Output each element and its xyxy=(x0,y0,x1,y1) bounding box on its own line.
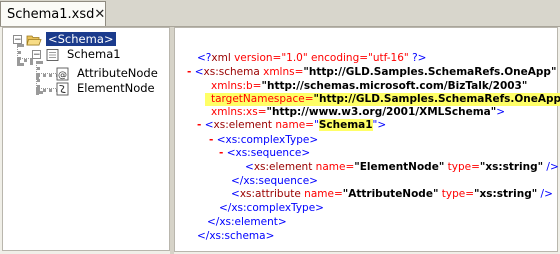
inner-element-line: <xs:element name="ElementNode" type="xs:… xyxy=(245,161,559,173)
complex-type-open-line: - <xs:complexType> xyxy=(209,134,319,146)
complex-type-close-line: </xs:complexType> xyxy=(219,202,324,214)
collapse-toggle[interactable]: - xyxy=(197,119,201,131)
xmlns-b-line: xmlns:b="http://schemas.microsoft.com/Bi… xyxy=(211,80,528,92)
folder-open-icon xyxy=(26,32,42,46)
tree-node-schema-root[interactable]: − <Schema> xyxy=(13,31,116,47)
schema-tree-pane: − <Schema> − Schema1 @ AttributeNode Ele… xyxy=(2,27,170,251)
tree-node-attribute[interactable]: @ AttributeNode xyxy=(55,65,160,81)
tree-label-schema1: Schema1 xyxy=(67,47,121,61)
close-icon[interactable]: ✕ xyxy=(94,8,105,21)
highlighted-element-name: Schema1 xyxy=(318,119,373,131)
collapse-toggle[interactable]: - xyxy=(187,66,191,78)
target-namespace-line: targetNamespace="http://GLD.Samples.Sche… xyxy=(205,93,560,106)
element-icon xyxy=(55,81,71,96)
tree-node-schema1[interactable]: − Schema1 xyxy=(32,46,123,62)
collapse-icon[interactable]: − xyxy=(13,34,22,44)
tree-label-schema-root: <Schema> xyxy=(46,32,116,46)
xmlns-xs-line: xmlns:xs="http://www.w3.org/2001/XMLSche… xyxy=(211,106,506,118)
svg-text:@: @ xyxy=(58,71,67,81)
tree-node-element[interactable]: ElementNode xyxy=(55,80,157,96)
schema-open-line: - <xs:schema xmlns="http://GLD.Samples.S… xyxy=(187,66,557,78)
xsd-code-view[interactable]: <?xml version="1.0" encoding="utf-16" ?>… xyxy=(174,27,560,252)
sequence-open-line: - <xs:sequence> xyxy=(219,147,311,159)
collapse-toggle[interactable]: - xyxy=(219,147,223,159)
tree-connector xyxy=(17,44,21,66)
attribute-icon: @ xyxy=(55,66,71,81)
tab-title: Schema1.xsd xyxy=(7,6,95,22)
attribute-line: <xs:attribute name="AttributeNode" type=… xyxy=(231,188,553,200)
collapse-toggle[interactable]: - xyxy=(209,134,213,146)
tree-connector xyxy=(17,58,33,62)
xml-declaration: <?xml version="1.0" encoding="utf-16" ?> xyxy=(197,52,427,64)
element-close-line: </xs:element> xyxy=(207,216,287,228)
sequence-close-line: </xs:sequence> xyxy=(231,175,318,187)
schema-close-line: </xs:schema> xyxy=(197,230,275,242)
collapse-icon[interactable]: − xyxy=(32,49,41,59)
record-icon xyxy=(45,47,61,61)
document-tab-strip: Schema1.xsd ✕ xyxy=(0,0,560,27)
element-open-line: - <xs:element name="Schema1"> xyxy=(197,119,387,131)
tab-schema1-xsd[interactable]: Schema1.xsd ✕ xyxy=(0,1,106,26)
tree-label-elementnode: ElementNode xyxy=(77,81,155,95)
tree-label-attributenode: AttributeNode xyxy=(77,66,158,80)
